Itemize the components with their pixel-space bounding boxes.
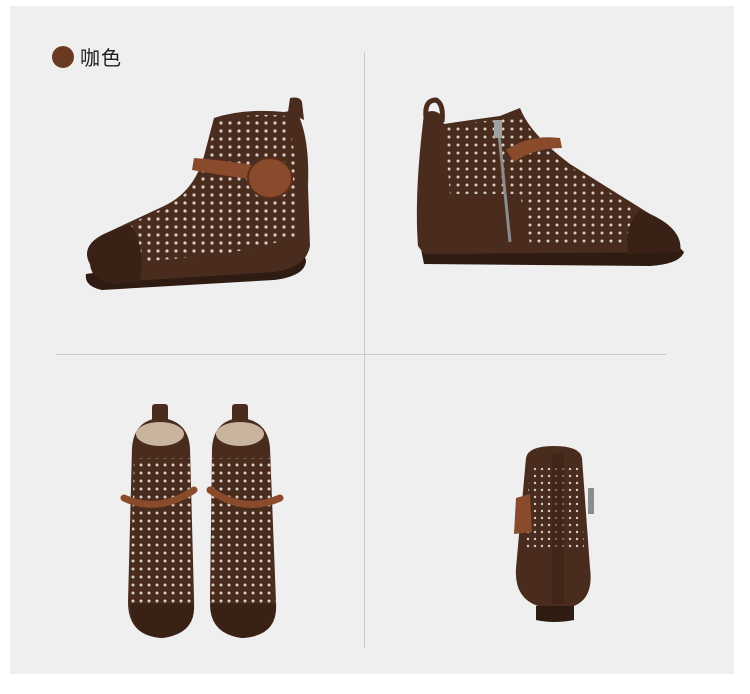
- boot-pair-front-illustration: [120, 404, 284, 638]
- boot-back-view: [504, 438, 604, 628]
- boot-front-pair-view: [114, 398, 294, 648]
- color-name-label: 咖色: [80, 46, 122, 70]
- right-boot: [206, 404, 284, 638]
- product-canvas: 咖色: [10, 6, 734, 674]
- horizontal-divider: [56, 354, 666, 355]
- left-boot: [120, 404, 198, 638]
- boot-outer-side-illustration: [85, 97, 310, 290]
- color-swatch: [52, 45, 74, 68]
- boot-side-view-inner: [410, 94, 690, 284]
- vertical-divider: [364, 52, 365, 648]
- boot-side-view-outer: [74, 96, 314, 296]
- boot-inner-side-illustration: [416, 97, 684, 266]
- boot-back-illustration: [514, 446, 594, 622]
- color-header: 咖色: [52, 42, 122, 71]
